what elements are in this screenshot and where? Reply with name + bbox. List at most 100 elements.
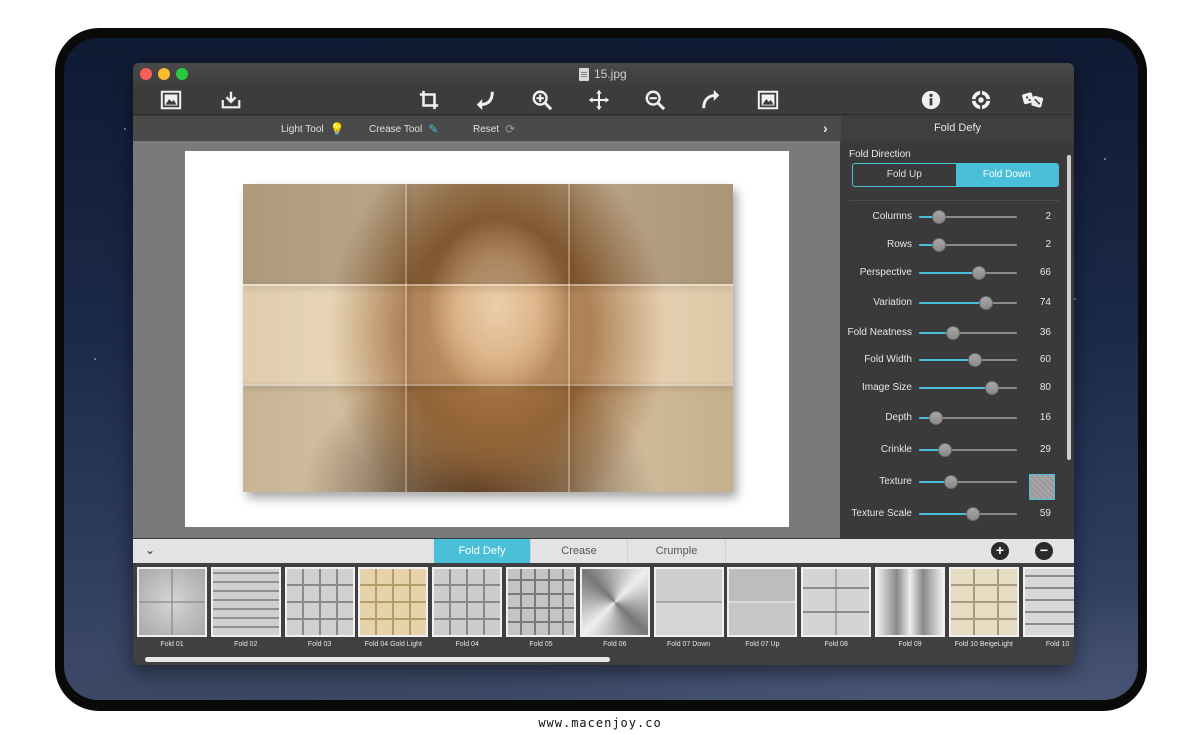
slider-value: 29: [1039, 444, 1051, 455]
panel-title: Fold Defy: [841, 116, 1074, 141]
preset-preview: [875, 567, 945, 637]
slider-value: 2: [1045, 239, 1051, 250]
output-page: [185, 151, 789, 527]
preset-preview: [210, 567, 281, 637]
preset-thumbnail[interactable]: Fold 03: [284, 567, 355, 654]
preset-label: Fold 07 Down: [666, 641, 711, 648]
settings-icon[interactable]: [969, 88, 993, 112]
slider-fill: [919, 387, 992, 389]
panel-scrollbar[interactable]: [1067, 155, 1071, 460]
minimize-window-button[interactable]: [158, 68, 170, 80]
pencil-icon: ✎: [428, 122, 439, 136]
preset-thumbnail[interactable]: Fold 01: [137, 567, 207, 654]
slider-track[interactable]: [919, 475, 1017, 489]
maximize-window-button[interactable]: [176, 68, 188, 80]
slider-label: Texture: [879, 476, 912, 487]
undo-icon[interactable]: [473, 88, 497, 112]
slider-track[interactable]: [919, 507, 1017, 521]
slider-row: Image Size 80: [841, 378, 1066, 398]
preset-preview: [137, 567, 207, 637]
slider-knob[interactable]: [967, 353, 982, 367]
preset-thumbnail[interactable]: Fold 05: [506, 567, 576, 654]
reset-icon: ⟳: [505, 122, 516, 136]
preset-label: Fold 02: [234, 641, 258, 648]
slider-row: Depth 16: [841, 408, 1066, 428]
preset-thumbnail[interactable]: Fold 10: [1022, 567, 1074, 654]
import-icon[interactable]: [219, 88, 243, 112]
slider-knob[interactable]: [978, 296, 993, 310]
canvas-area[interactable]: [133, 141, 840, 538]
slider-track[interactable]: [919, 238, 1017, 252]
slider-knob[interactable]: [938, 443, 953, 457]
close-window-button[interactable]: [140, 68, 152, 80]
add-preset-button[interactable]: +: [991, 542, 1009, 560]
preset-preview: [1022, 567, 1074, 637]
tab-crease[interactable]: Crease: [531, 539, 628, 563]
slider-knob[interactable]: [928, 411, 943, 425]
preset-thumbnail[interactable]: Fold 04: [432, 567, 503, 654]
main-toolbar: [133, 85, 1074, 115]
slider-track[interactable]: [919, 296, 1017, 310]
preset-preview: [432, 567, 503, 637]
slider-row: Texture: [841, 472, 1066, 500]
preset-preview: [948, 567, 1019, 637]
slider-knob[interactable]: [944, 475, 959, 489]
slider-fill: [919, 302, 986, 304]
zoom-out-icon[interactable]: [643, 88, 667, 112]
slider-track[interactable]: [919, 266, 1017, 280]
slider-label: Texture Scale: [851, 508, 912, 519]
slider-value: 80: [1039, 382, 1051, 393]
app-window: 15.jpg Light Tool 💡 Crease Tool ✎ Reset …: [133, 63, 1074, 665]
slider-knob[interactable]: [931, 238, 946, 252]
redo-icon[interactable]: [699, 88, 723, 112]
fit-image-icon[interactable]: [756, 88, 780, 112]
reset-label: Reset: [473, 123, 500, 135]
tab-fold-defy[interactable]: Fold Defy: [434, 539, 531, 563]
effect-tabbar: ⌄ Fold Defy Crease Crumple + −: [133, 539, 1074, 563]
preset-thumbnail[interactable]: Fold 02: [210, 567, 281, 654]
slider-row: Fold Width 60: [841, 350, 1066, 370]
slider-track[interactable]: [919, 210, 1017, 224]
slider-knob[interactable]: [971, 266, 986, 280]
tab-crumple[interactable]: Crumple: [628, 539, 726, 563]
random-dice-icon[interactable]: [1021, 88, 1045, 112]
light-tool-button[interactable]: Light Tool 💡: [281, 122, 345, 136]
remove-preset-button[interactable]: −: [1035, 542, 1053, 560]
slider-track[interactable]: [919, 411, 1017, 425]
preset-thumbnail[interactable]: Fold 10 BeigeLight: [948, 567, 1019, 654]
preset-thumbnail[interactable]: Fold 08: [801, 567, 872, 654]
slider-track[interactable]: [919, 326, 1017, 340]
preset-thumbnail[interactable]: Fold 06: [579, 567, 650, 654]
crop-icon[interactable]: [417, 88, 441, 112]
reset-button[interactable]: Reset ⟳: [473, 122, 515, 136]
footer-url: www.macenjoy.co: [538, 716, 662, 730]
crease-tool-button[interactable]: Crease Tool ✎: [369, 122, 438, 136]
slider-knob[interactable]: [931, 210, 946, 224]
fold-up-option[interactable]: Fold Up: [853, 164, 956, 186]
preset-strip-scrollbar[interactable]: [145, 657, 610, 662]
slider-track[interactable]: [919, 443, 1017, 457]
slider-knob[interactable]: [946, 326, 961, 340]
chevron-right-icon[interactable]: ›: [823, 120, 828, 136]
slider-knob[interactable]: [965, 507, 980, 521]
preset-thumbnail[interactable]: Fold 07 Up: [727, 567, 798, 654]
info-icon[interactable]: [919, 88, 943, 112]
slider-label: Fold Neatness: [847, 327, 912, 338]
slider-row: Crinkle 29: [841, 440, 1066, 460]
zoom-in-icon[interactable]: [530, 88, 554, 112]
image-icon[interactable]: [159, 88, 183, 112]
move-icon[interactable]: [587, 88, 611, 112]
slider-fill: [919, 359, 975, 361]
preset-thumbnail[interactable]: Fold 09: [875, 567, 945, 654]
preset-thumbnail[interactable]: Fold 07 Down: [653, 567, 724, 654]
texture-swatch[interactable]: [1029, 474, 1055, 500]
fold-down-option[interactable]: Fold Down: [955, 164, 1058, 186]
preset-thumbnail[interactable]: Fold 04 Gold Light: [358, 567, 429, 654]
slider-knob[interactable]: [984, 381, 999, 395]
slider-track[interactable]: [919, 381, 1017, 395]
slider-value: 2: [1045, 211, 1051, 222]
slider-label: Variation: [873, 297, 912, 308]
chevron-down-icon[interactable]: ⌄: [145, 543, 155, 557]
fold-direction-segmented-control: Fold Up Fold Down: [852, 163, 1059, 187]
slider-track[interactable]: [919, 353, 1017, 367]
